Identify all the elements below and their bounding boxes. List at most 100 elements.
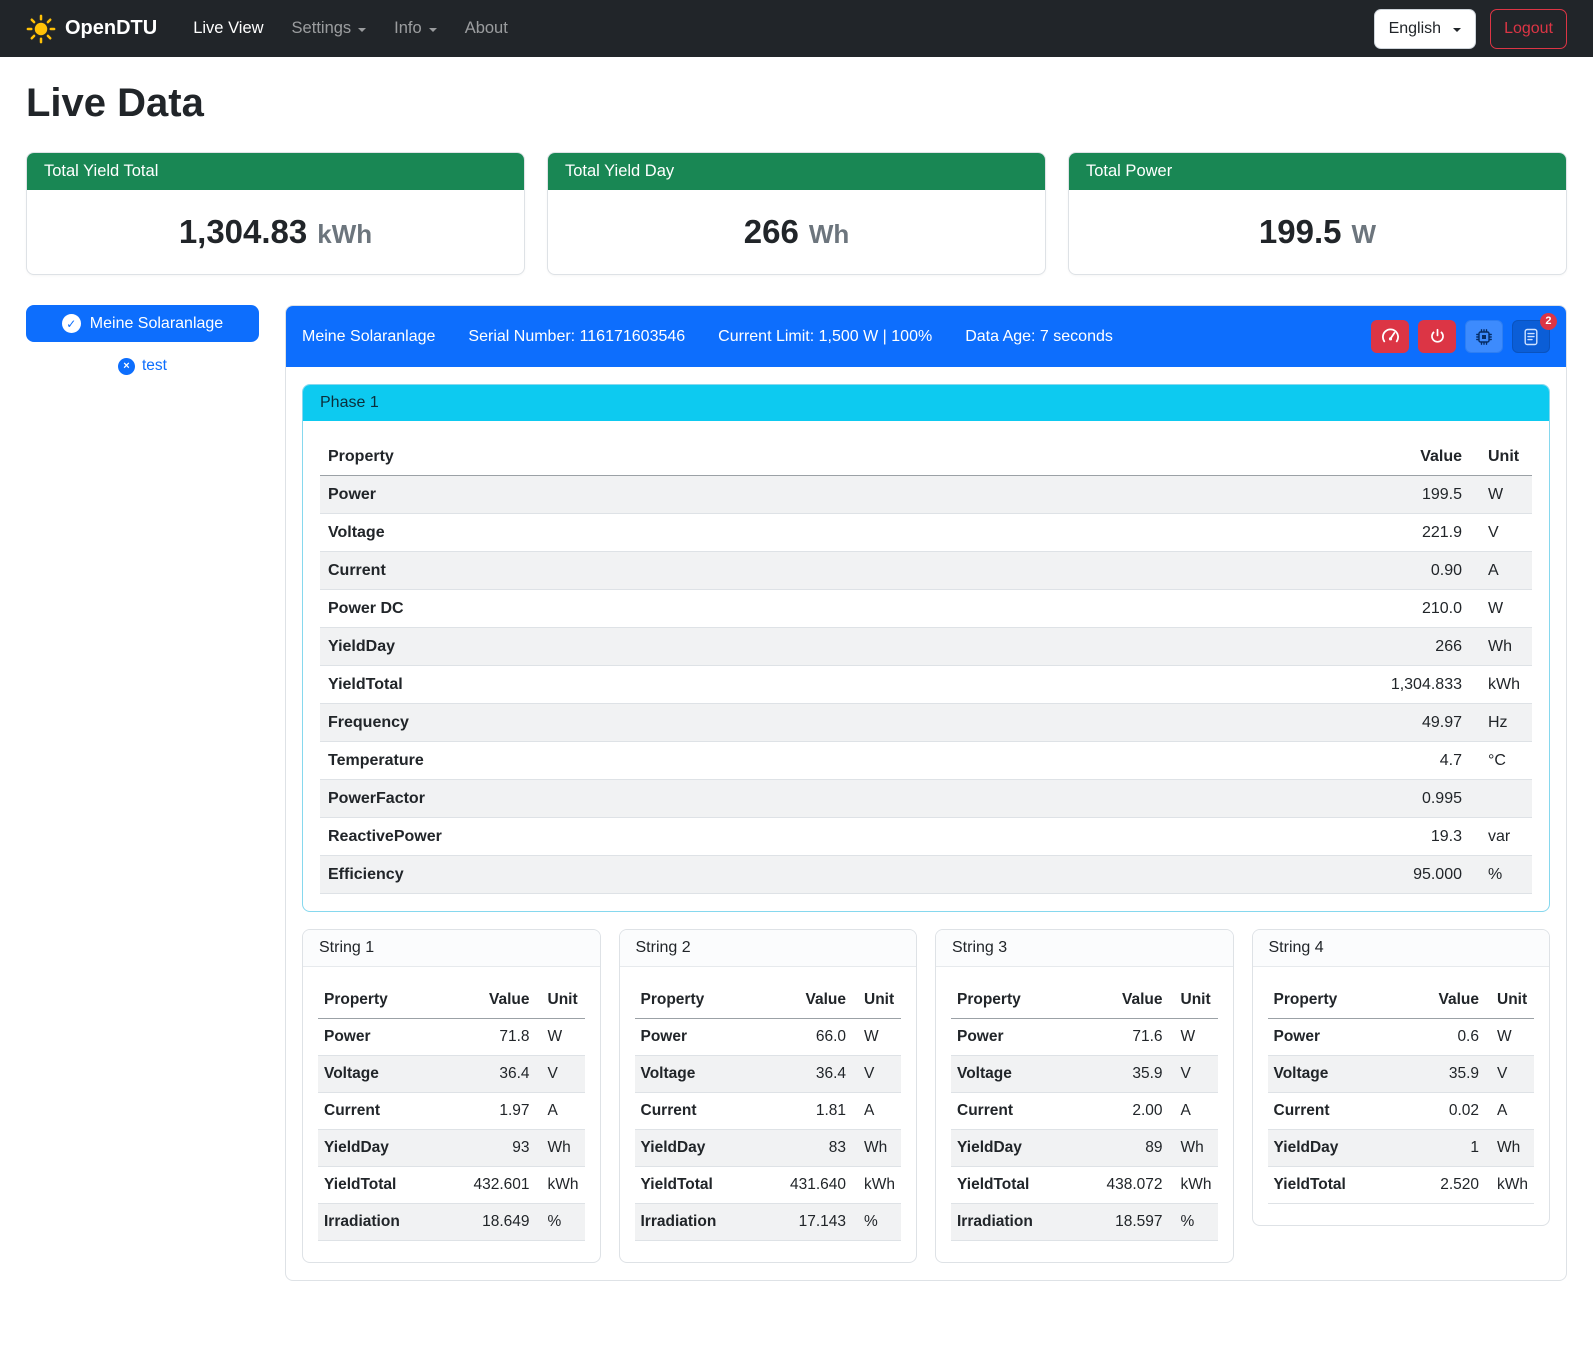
inverter-select-label: Meine Solaranlage [90,315,223,333]
property-cell: Voltage [1268,1056,1402,1093]
inverter-limit: Current Limit: 1,500 W | 100% [718,328,932,346]
inverter-select-button[interactable]: ✓ Meine Solaranlage [26,305,259,342]
table-header-row: Property Value Unit [318,982,585,1019]
value-cell: 71.8 [441,1019,536,1056]
page-title: Live Data [26,81,1567,126]
value-cell: 1.81 [757,1093,852,1130]
inverter-serial: Serial Number: 116171603546 [468,328,685,346]
value-header: Value [1402,982,1485,1019]
table-row: YieldTotal1,304.833kWh [320,666,1532,704]
table-row: Power0.6W [1268,1019,1535,1056]
event-log-button[interactable]: 2 [1512,320,1550,353]
unit-cell: % [1169,1204,1218,1241]
unit-cell: V [1470,514,1532,552]
value-cell: 0.995 [1008,780,1470,818]
property-cell: Current [1268,1093,1402,1130]
table-row: Voltage36.4V [318,1056,585,1093]
value-cell: 1,304.833 [1008,666,1470,704]
table-row: YieldDay266Wh [320,628,1532,666]
property-header: Property [318,982,441,1019]
top-navbar: OpenDTU Live View Settings Info About En… [0,0,1593,57]
phase-table-body: Power199.5WVoltage221.9VCurrent0.90APowe… [320,476,1532,894]
sun-icon [26,14,56,44]
language-select[interactable]: English [1374,9,1476,49]
brand[interactable]: OpenDTU [26,14,157,44]
value-header: Value [1074,982,1169,1019]
table-row: Irradiation17.143% [635,1204,902,1241]
property-cell: Power [318,1019,441,1056]
unit-cell: A [1485,1093,1534,1130]
power-button[interactable] [1418,320,1456,353]
table-header-row: Property Value Unit [951,982,1218,1019]
nav-item-label: Settings [292,19,352,38]
value-cell: 66.0 [757,1019,852,1056]
unit-header: Unit [1485,982,1534,1019]
table-row: PowerFactor0.995 [320,780,1532,818]
property-cell: YieldDay [635,1130,758,1167]
unit-cell: A [852,1093,901,1130]
string-card-body: Property Value Unit Power71.6WVoltage35.… [936,967,1233,1262]
table-row: Temperature4.7°C [320,742,1532,780]
table-row: Irradiation18.597% [951,1204,1218,1241]
device-info-button[interactable] [1465,320,1503,353]
caret-down-icon [429,28,437,32]
property-cell: YieldDay [1268,1130,1402,1167]
logout-button[interactable]: Logout [1490,9,1567,49]
unit-cell: W [1470,476,1532,514]
unit-cell: Wh [1485,1130,1534,1167]
table-row: Voltage221.9V [320,514,1532,552]
value-cell: 83 [757,1130,852,1167]
table-row: YieldTotal438.072kWh [951,1167,1218,1204]
card-value: 199.5 [1259,213,1342,250]
card-title: Total Yield Total [27,153,524,190]
content-row: ✓ Meine Solaranlage × test Meine Solaran… [26,305,1567,1281]
nav-item-label: About [465,19,508,38]
value-cell: 49.97 [1008,704,1470,742]
unit-cell: % [852,1204,901,1241]
value-cell: 1.97 [441,1093,536,1130]
string-card-title: String 2 [620,930,917,967]
sidebar-item-test[interactable]: × test [26,357,259,375]
value-header: Value [1008,438,1470,476]
property-cell: PowerFactor [320,780,1008,818]
property-header: Property [1268,982,1402,1019]
inverter-card-header: Meine Solaranlage Serial Number: 1161716… [286,306,1566,367]
property-cell: YieldDay [320,628,1008,666]
value-cell: 17.143 [757,1204,852,1241]
table-row: YieldTotal432.601kWh [318,1167,585,1204]
table-row: YieldDay83Wh [635,1130,902,1167]
caret-down-icon [358,28,366,32]
property-header: Property [951,982,1074,1019]
nav-item-info[interactable]: Info [380,11,451,46]
value-cell: 221.9 [1008,514,1470,552]
string-table-body: Power0.6WVoltage35.9VCurrent0.02AYieldDa… [1268,1019,1535,1204]
table-row: Power66.0W [635,1019,902,1056]
value-cell: 35.9 [1074,1056,1169,1093]
string-table: Property Value Unit Power0.6WVoltage35.9… [1268,982,1535,1204]
property-cell: Power DC [320,590,1008,628]
limit-settings-button[interactable] [1371,320,1409,353]
journal-icon [1523,328,1539,346]
inverter-sidebar: ✓ Meine Solaranlage × test [26,305,259,375]
table-row: Frequency49.97Hz [320,704,1532,742]
value-cell: 18.649 [441,1204,536,1241]
table-row: Power DC210.0W [320,590,1532,628]
value-cell: 432.601 [441,1167,536,1204]
property-cell: YieldTotal [1268,1167,1402,1204]
caret-down-icon [1453,28,1461,32]
nav-item-settings[interactable]: Settings [278,11,381,46]
inverter-name: Meine Solaranlage [302,328,435,346]
unit-cell: kWh [852,1167,901,1204]
nav-item-live-view[interactable]: Live View [179,11,277,46]
unit-header: Unit [1470,438,1532,476]
string-card: String 3 Property Value Unit Power71.6WV… [935,929,1234,1263]
value-cell: 0.6 [1402,1019,1485,1056]
unit-cell: V [1169,1056,1218,1093]
table-row: Power71.8W [318,1019,585,1056]
unit-cell: kWh [1470,666,1532,704]
card-title: Total Yield Day [548,153,1045,190]
nav-item-about[interactable]: About [451,11,522,46]
sidebar-item-test-label: test [142,357,167,375]
card-unit: kWh [317,219,372,249]
unit-cell: Hz [1470,704,1532,742]
